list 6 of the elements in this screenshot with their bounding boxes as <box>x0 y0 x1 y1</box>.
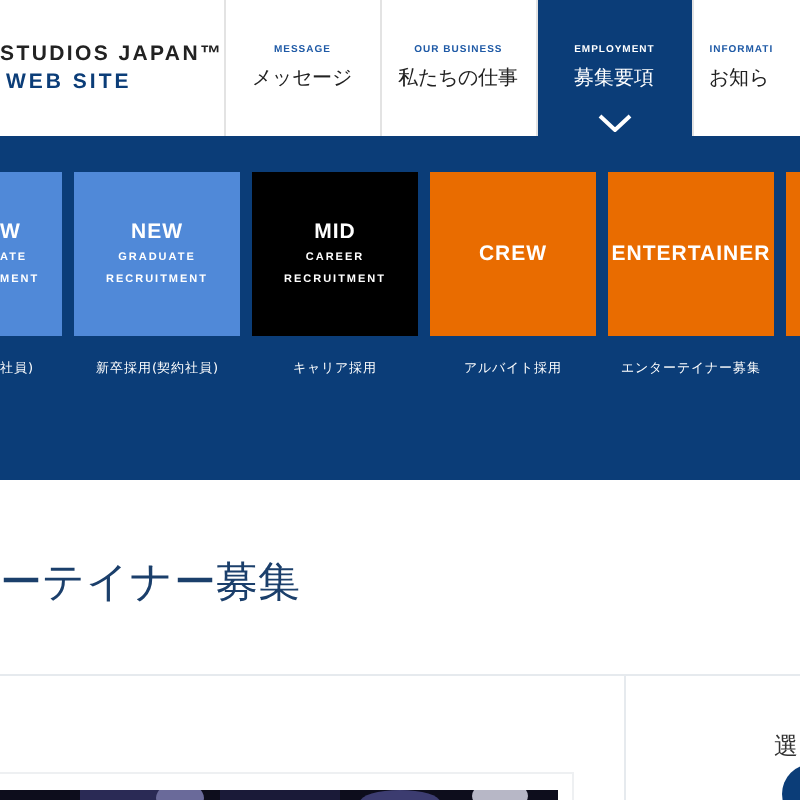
sidebar-label: 選 <box>774 732 798 760</box>
category-tile[interactable] <box>786 172 800 336</box>
logo-subtitle: WEB SITE <box>4 68 134 96</box>
chevron-down-icon <box>597 114 632 132</box>
logo-title: STUDIOS JAPAN™ <box>0 42 224 68</box>
page-title: ーテイナー募集 <box>0 556 302 610</box>
